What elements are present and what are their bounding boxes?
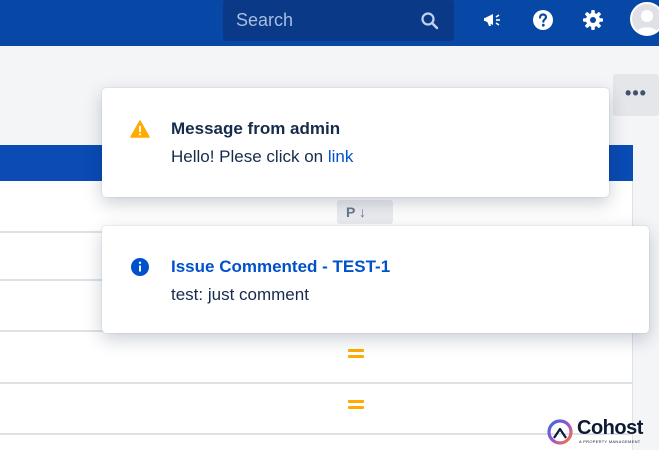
search-placeholder: Search bbox=[236, 10, 294, 30]
cohost-tagline: A PROPERTY MANAGEMENT bbox=[579, 439, 641, 444]
person-icon bbox=[636, 10, 658, 34]
search-icon[interactable] bbox=[420, 11, 440, 31]
top-navigation-bar: Search bbox=[0, 0, 659, 46]
gear-icon[interactable] bbox=[581, 8, 605, 32]
more-actions-button[interactable]: ••• bbox=[613, 74, 659, 116]
flag-body: Hello! Plese click on link bbox=[171, 147, 353, 167]
search-input[interactable]: Search bbox=[223, 0, 454, 41]
user-avatar[interactable] bbox=[630, 2, 659, 36]
table-row-divider bbox=[0, 433, 633, 435]
medium-priority-icon bbox=[348, 349, 364, 361]
info-icon bbox=[131, 258, 149, 276]
table-row-divider bbox=[0, 382, 633, 384]
cohost-brand-name: Cohost bbox=[577, 417, 643, 439]
warning-icon bbox=[130, 120, 150, 138]
cohost-logo-icon bbox=[547, 419, 573, 445]
flag-body-text: Hello! Plese click on bbox=[171, 147, 328, 166]
flag-body: test: just comment bbox=[171, 285, 309, 304]
flag-link[interactable]: link bbox=[328, 147, 354, 166]
help-icon[interactable] bbox=[531, 8, 555, 32]
medium-priority-icon bbox=[348, 400, 364, 412]
flag-message-from-admin: Message from admin Hello! Plese click on… bbox=[102, 88, 609, 197]
flag-title-link[interactable]: Issue Commented - TEST-1 bbox=[171, 257, 390, 277]
megaphone-icon[interactable] bbox=[481, 8, 505, 32]
flag-title: Message from admin bbox=[171, 119, 341, 138]
cohost-watermark: Cohost A PROPERTY MANAGEMENT bbox=[546, 417, 656, 447]
priority-sort-header[interactable]: P ↓ bbox=[337, 200, 393, 224]
flag-issue-commented[interactable]: Issue Commented - TEST-1 test: just comm… bbox=[102, 226, 649, 333]
